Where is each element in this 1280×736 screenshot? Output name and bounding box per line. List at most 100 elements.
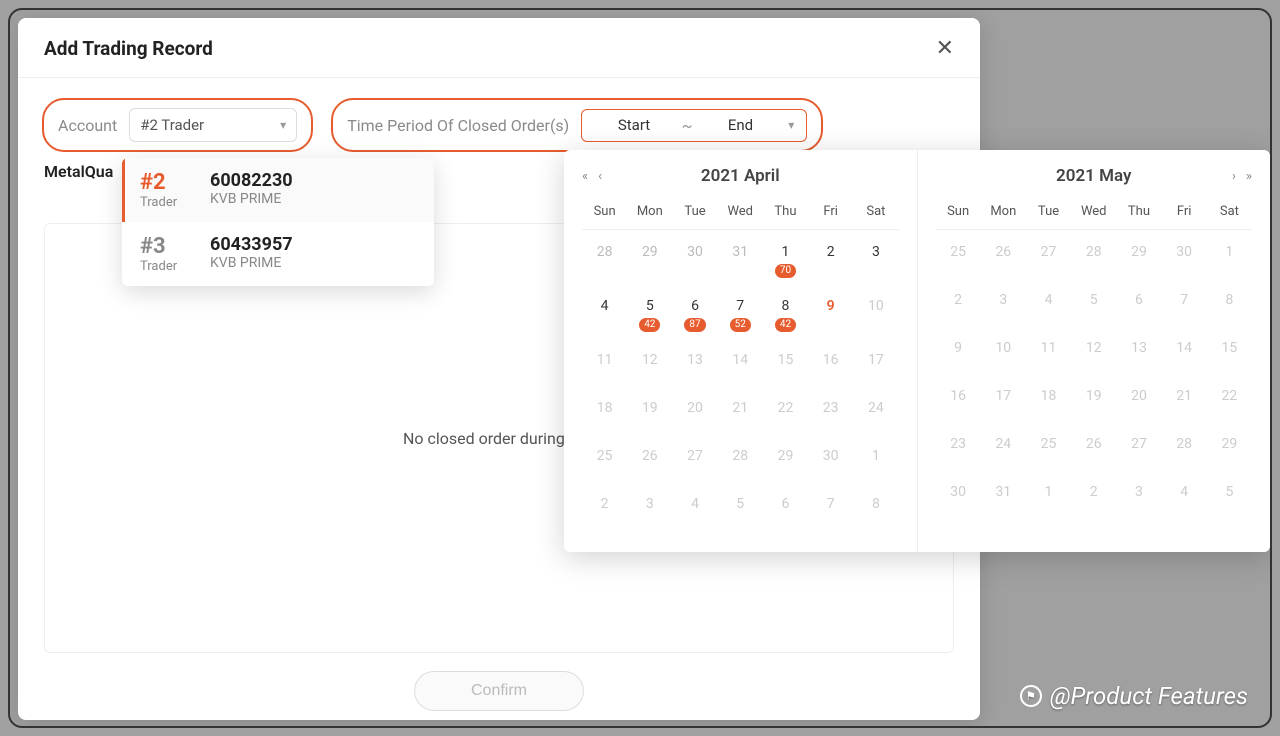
calendar-day[interactable]: 15 <box>1207 326 1252 374</box>
calendar-day[interactable]: 1 <box>853 434 898 482</box>
calendar-day[interactable]: 16 <box>936 374 981 422</box>
calendar-day[interactable]: 28 <box>1071 230 1116 278</box>
confirm-button[interactable]: Confirm <box>414 671 584 711</box>
calendar-day[interactable]: 27 <box>672 434 717 482</box>
calendar-day[interactable]: 28 <box>582 230 627 284</box>
calendar-day[interactable]: 11 <box>582 338 627 386</box>
calendar-day[interactable]: 12 <box>627 338 672 386</box>
calendar-day[interactable]: 19 <box>627 386 672 434</box>
calendar-day[interactable]: 15 <box>763 338 808 386</box>
calendar-day[interactable]: 4 <box>582 284 627 338</box>
calendar-day[interactable]: 17 <box>853 338 898 386</box>
double-chevron-left-icon[interactable]: « <box>582 169 588 184</box>
calendar-day[interactable]: 687 <box>672 284 717 338</box>
calendar-day[interactable]: 14 <box>718 338 763 386</box>
calendar-day[interactable]: 9 <box>808 284 853 338</box>
calendar-day[interactable]: 4 <box>672 482 717 530</box>
calendar-day[interactable]: 1 <box>1207 230 1252 278</box>
calendar-day[interactable]: 20 <box>672 386 717 434</box>
calendar-day[interactable]: 21 <box>718 386 763 434</box>
calendar-day[interactable]: 3 <box>981 278 1026 326</box>
calendar-day[interactable]: 6 <box>1116 278 1161 326</box>
calendar-day[interactable]: 542 <box>627 284 672 338</box>
calendar-day[interactable]: 14 <box>1162 326 1207 374</box>
calendar-day[interactable]: 2 <box>582 482 627 530</box>
account-option[interactable]: #2Trader60082230KVB PRIME <box>122 158 434 222</box>
calendar-day[interactable]: 7 <box>808 482 853 530</box>
calendar-day[interactable]: 24 <box>853 386 898 434</box>
calendar-day[interactable]: 18 <box>582 386 627 434</box>
calendar-day[interactable]: 28 <box>1162 422 1207 470</box>
calendar-day[interactable]: 26 <box>627 434 672 482</box>
account-number: 60082230 <box>210 170 293 191</box>
chevron-right-icon[interactable]: › <box>1232 169 1236 184</box>
calendar-day[interactable]: 31 <box>981 470 1026 518</box>
date-range-select[interactable]: Start ~ End ▾ <box>581 109 807 142</box>
calendar-day[interactable]: 1 <box>1026 470 1071 518</box>
calendar-day[interactable]: 2 <box>1071 470 1116 518</box>
calendar-day[interactable]: 3 <box>627 482 672 530</box>
calendar-day[interactable]: 22 <box>1207 374 1252 422</box>
calendar-day[interactable]: 20 <box>1116 374 1161 422</box>
calendar-day[interactable]: 21 <box>1162 374 1207 422</box>
calendar-day[interactable]: 752 <box>718 284 763 338</box>
calendar-day[interactable]: 16 <box>808 338 853 386</box>
calendar-day[interactable]: 26 <box>1071 422 1116 470</box>
double-chevron-right-icon[interactable]: » <box>1246 169 1252 184</box>
calendar-day[interactable]: 29 <box>627 230 672 284</box>
calendar-day[interactable]: 27 <box>1026 230 1071 278</box>
calendar-day[interactable]: 29 <box>763 434 808 482</box>
calendar-day[interactable]: 22 <box>763 386 808 434</box>
calendar-day[interactable]: 3 <box>853 230 898 284</box>
account-option[interactable]: #3Trader60433957KVB PRIME <box>122 222 434 286</box>
calendar-day[interactable]: 30 <box>672 230 717 284</box>
calendar-day[interactable]: 13 <box>672 338 717 386</box>
calendar-day[interactable]: 25 <box>582 434 627 482</box>
calendar-day[interactable]: 25 <box>1026 422 1071 470</box>
calendar-day[interactable]: 23 <box>808 386 853 434</box>
calendar-day[interactable]: 4 <box>1026 278 1071 326</box>
calendar-day[interactable]: 5 <box>1071 278 1116 326</box>
calendar-day[interactable]: 4 <box>1162 470 1207 518</box>
calendar-right: «‹ 2021 May › » SunMonTueWedThuFriSat252… <box>918 150 1271 552</box>
calendar-day[interactable]: 25 <box>936 230 981 278</box>
calendar-day[interactable]: 12 <box>1071 326 1116 374</box>
calendar-nav-prev[interactable]: « ‹ <box>582 169 602 184</box>
account-select[interactable]: #2 Trader ▾ <box>129 108 297 142</box>
calendar-day[interactable]: 28 <box>718 434 763 482</box>
calendar-day[interactable]: 19 <box>1071 374 1116 422</box>
calendar-day[interactable]: 6 <box>763 482 808 530</box>
calendar-day[interactable]: 170 <box>763 230 808 284</box>
calendar-day[interactable]: 27 <box>1116 422 1161 470</box>
calendar-day[interactable]: 30 <box>936 470 981 518</box>
calendar-weekday: Sat <box>853 196 898 230</box>
calendar-day[interactable]: 31 <box>718 230 763 284</box>
calendar-day[interactable]: 3 <box>1116 470 1161 518</box>
calendar-day[interactable]: 2 <box>808 230 853 284</box>
calendar-day[interactable]: 29 <box>1207 422 1252 470</box>
calendar-day[interactable]: 5 <box>718 482 763 530</box>
calendar-day[interactable]: 30 <box>808 434 853 482</box>
calendar-day[interactable]: 2 <box>936 278 981 326</box>
broker-name: KVB PRIME <box>210 191 293 207</box>
close-icon[interactable]: ✕ <box>936 36 954 61</box>
calendar-day[interactable]: 842 <box>763 284 808 338</box>
calendar-day[interactable]: 29 <box>1116 230 1161 278</box>
calendar-day[interactable]: 8 <box>853 482 898 530</box>
calendar-day[interactable]: 9 <box>936 326 981 374</box>
calendar-day[interactable]: 13 <box>1116 326 1161 374</box>
calendar-day[interactable]: 8 <box>1207 278 1252 326</box>
calendar-day[interactable]: 30 <box>1162 230 1207 278</box>
calendar-day[interactable]: 26 <box>981 230 1026 278</box>
calendar-day[interactable]: 24 <box>981 422 1026 470</box>
calendar-day[interactable]: 23 <box>936 422 981 470</box>
calendar-day[interactable]: 7 <box>1162 278 1207 326</box>
calendar-weekday: Thu <box>1116 196 1161 230</box>
calendar-day[interactable]: 5 <box>1207 470 1252 518</box>
calendar-nav-next[interactable]: › » <box>1232 169 1252 184</box>
calendar-day[interactable]: 10 <box>981 326 1026 374</box>
calendar-day[interactable]: 11 <box>1026 326 1071 374</box>
calendar-day[interactable]: 18 <box>1026 374 1071 422</box>
calendar-day[interactable]: 10 <box>853 284 898 338</box>
calendar-day[interactable]: 17 <box>981 374 1026 422</box>
